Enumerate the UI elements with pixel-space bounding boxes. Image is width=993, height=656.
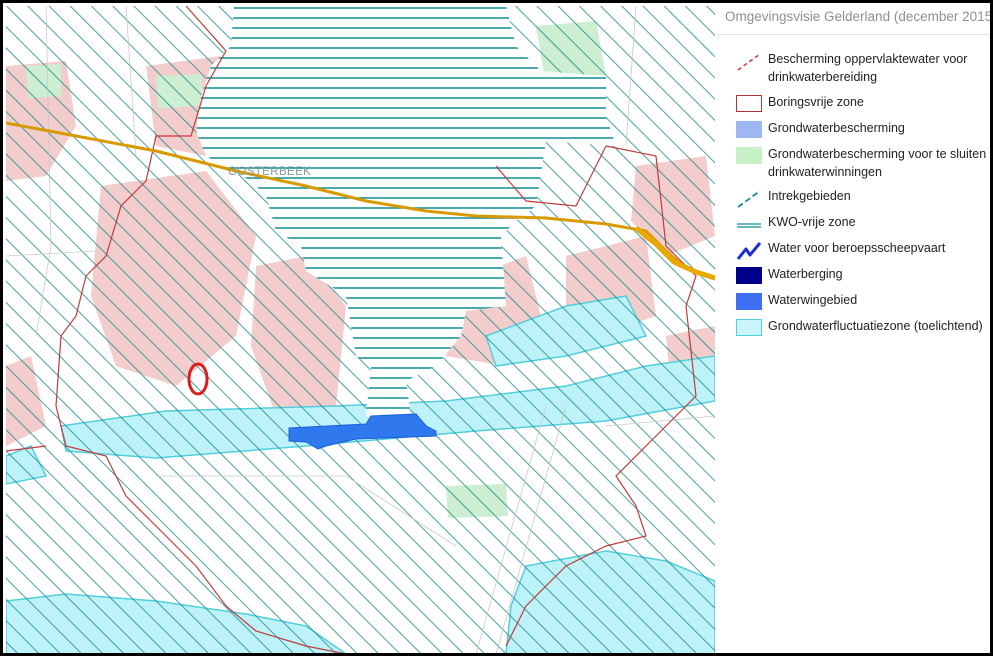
- light-green-box-icon: [736, 147, 762, 164]
- legend-label: Boringsvrije zone: [768, 95, 864, 109]
- legend-divider: [718, 34, 990, 35]
- double-horizontal-teal-lines-icon: [736, 215, 762, 232]
- place-label: OOSTERBEEK: [228, 166, 312, 178]
- map-svg[interactable]: [6, 6, 715, 654]
- blue-box-icon: [736, 293, 762, 310]
- legend-label: Grondwaterbescherming voor te sluiten dr…: [768, 147, 987, 179]
- diagonal-dashed-teal-line-icon: [736, 189, 762, 208]
- dark-navy-box-icon: [736, 267, 762, 284]
- legend-label: Waterwingebied: [768, 293, 858, 307]
- legend-label: Grondwaterfluctuatiezone (toelichtend): [768, 319, 983, 333]
- legend-title: Omgevingsvisie Gelderland (december 2015…: [725, 9, 993, 24]
- legend-panel: Omgevingsvisie Gelderland (december 2015…: [718, 6, 993, 653]
- dashed-red-line-icon: [736, 52, 762, 71]
- cyan-outline-box-icon: [736, 319, 762, 336]
- map-canvas[interactable]: OOSTERBEEK: [6, 6, 715, 654]
- legend-label: Bescherming oppervlaktewater voor drinkw…: [768, 52, 968, 84]
- blue-zigzag-line-icon: [736, 241, 762, 260]
- legend-label: Intrekgebieden: [768, 189, 851, 203]
- red-outline-box-icon: [736, 95, 762, 112]
- legend-label: Water voor beroepsscheepvaart: [768, 241, 946, 255]
- light-blue-box-icon: [736, 121, 762, 138]
- map-viewer-window: OOSTERBEEK Omgevingsvisie Gelderland (de…: [0, 0, 993, 656]
- legend-label: Waterberging: [768, 267, 843, 281]
- legend-label: KWO-vrije zone: [768, 215, 856, 229]
- legend-label: Grondwaterbescherming: [768, 121, 905, 135]
